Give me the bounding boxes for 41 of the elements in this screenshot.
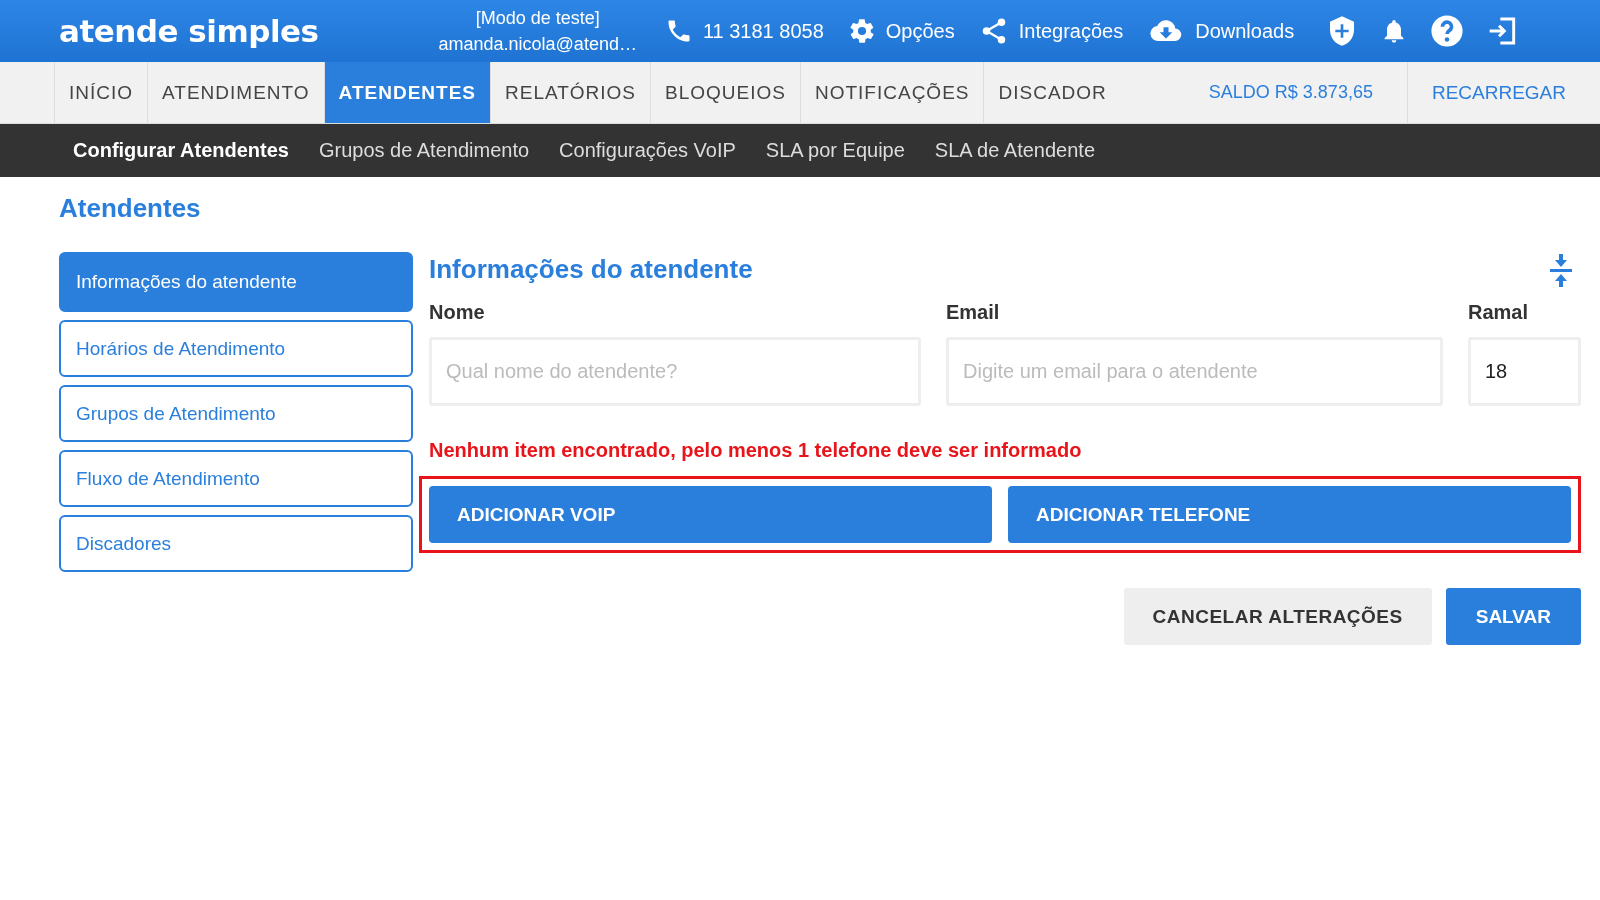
field-label: Ramal (1468, 301, 1530, 324)
mode-label: [Modo de teste] (475, 7, 600, 30)
nav-tab[interactable]: INÍCIO (54, 62, 148, 123)
section-title: Informações do atendente (429, 254, 753, 285)
subnav-link[interactable]: Grupos de Atendimento (303, 139, 545, 162)
page-title: Atendentes (59, 193, 202, 224)
header-link[interactable]: Integrações (978, 16, 1124, 46)
subnav-link[interactable]: Configurar Atendentes (58, 139, 304, 162)
cancel-button[interactable]: CANCELAR ALTERAÇÕES (1123, 588, 1432, 645)
error-message: Nenhum item encontrado, pelo menos 1 telefone deve ser informado (429, 439, 1083, 462)
subnav-link[interactable]: SLA de Atendente (919, 139, 1110, 162)
add-button[interactable]: ADICIONAR TELEFONE (1008, 486, 1571, 543)
input-field[interactable]: Qual nome do atendente? (429, 337, 921, 406)
help-icon[interactable] (1430, 14, 1465, 48)
balance-label: SALDO R$ 3.873,65 (1174, 62, 1408, 123)
header-link[interactable]: 11 3181 8058 (664, 17, 824, 45)
collapse-icon[interactable] (1549, 252, 1573, 288)
nav-tab[interactable]: NOTIFICAÇÕES (799, 62, 984, 123)
sidebar-item[interactable]: Discadores (59, 515, 413, 572)
field-label: Nome (429, 301, 486, 324)
sidebar-item[interactable]: Informações do atendente (59, 252, 413, 312)
nav-tab[interactable]: ATENDENTES (323, 62, 490, 123)
recharge-link[interactable]: RECARREGAR (1407, 62, 1600, 123)
sidebar-item[interactable]: Fluxo de Atendimento (59, 450, 413, 507)
user-email[interactable]: amanda.nicola@atend… (438, 31, 637, 57)
header-link[interactable]: Downloads (1147, 16, 1295, 46)
nav-tab[interactable]: BLOQUEIOS (650, 62, 800, 123)
subnav-link[interactable]: Configurações VoIP (544, 139, 751, 162)
logo[interactable]: atende simples (59, 13, 319, 49)
sidebar-item[interactable]: Horários de Atendimento (59, 320, 413, 377)
sidebar-item[interactable]: Grupos de Atendimento (59, 385, 413, 442)
input-field[interactable]: Digite um email para o atendente (946, 337, 1443, 406)
save-button[interactable]: SALVAR (1445, 588, 1581, 645)
nav-tab[interactable]: DISCADOR (983, 62, 1121, 123)
nav-tab[interactable]: RELATÓRIOS (490, 62, 651, 123)
input-field[interactable]: 18 (1468, 337, 1581, 406)
field-label: Email (946, 301, 1001, 324)
add-button[interactable]: ADICIONAR VOIP (429, 486, 992, 543)
subnav-link[interactable]: SLA por Equipe (750, 139, 920, 162)
header-link[interactable]: Opções (847, 17, 955, 45)
nav-tab[interactable]: ATENDIMENTO (147, 62, 324, 123)
